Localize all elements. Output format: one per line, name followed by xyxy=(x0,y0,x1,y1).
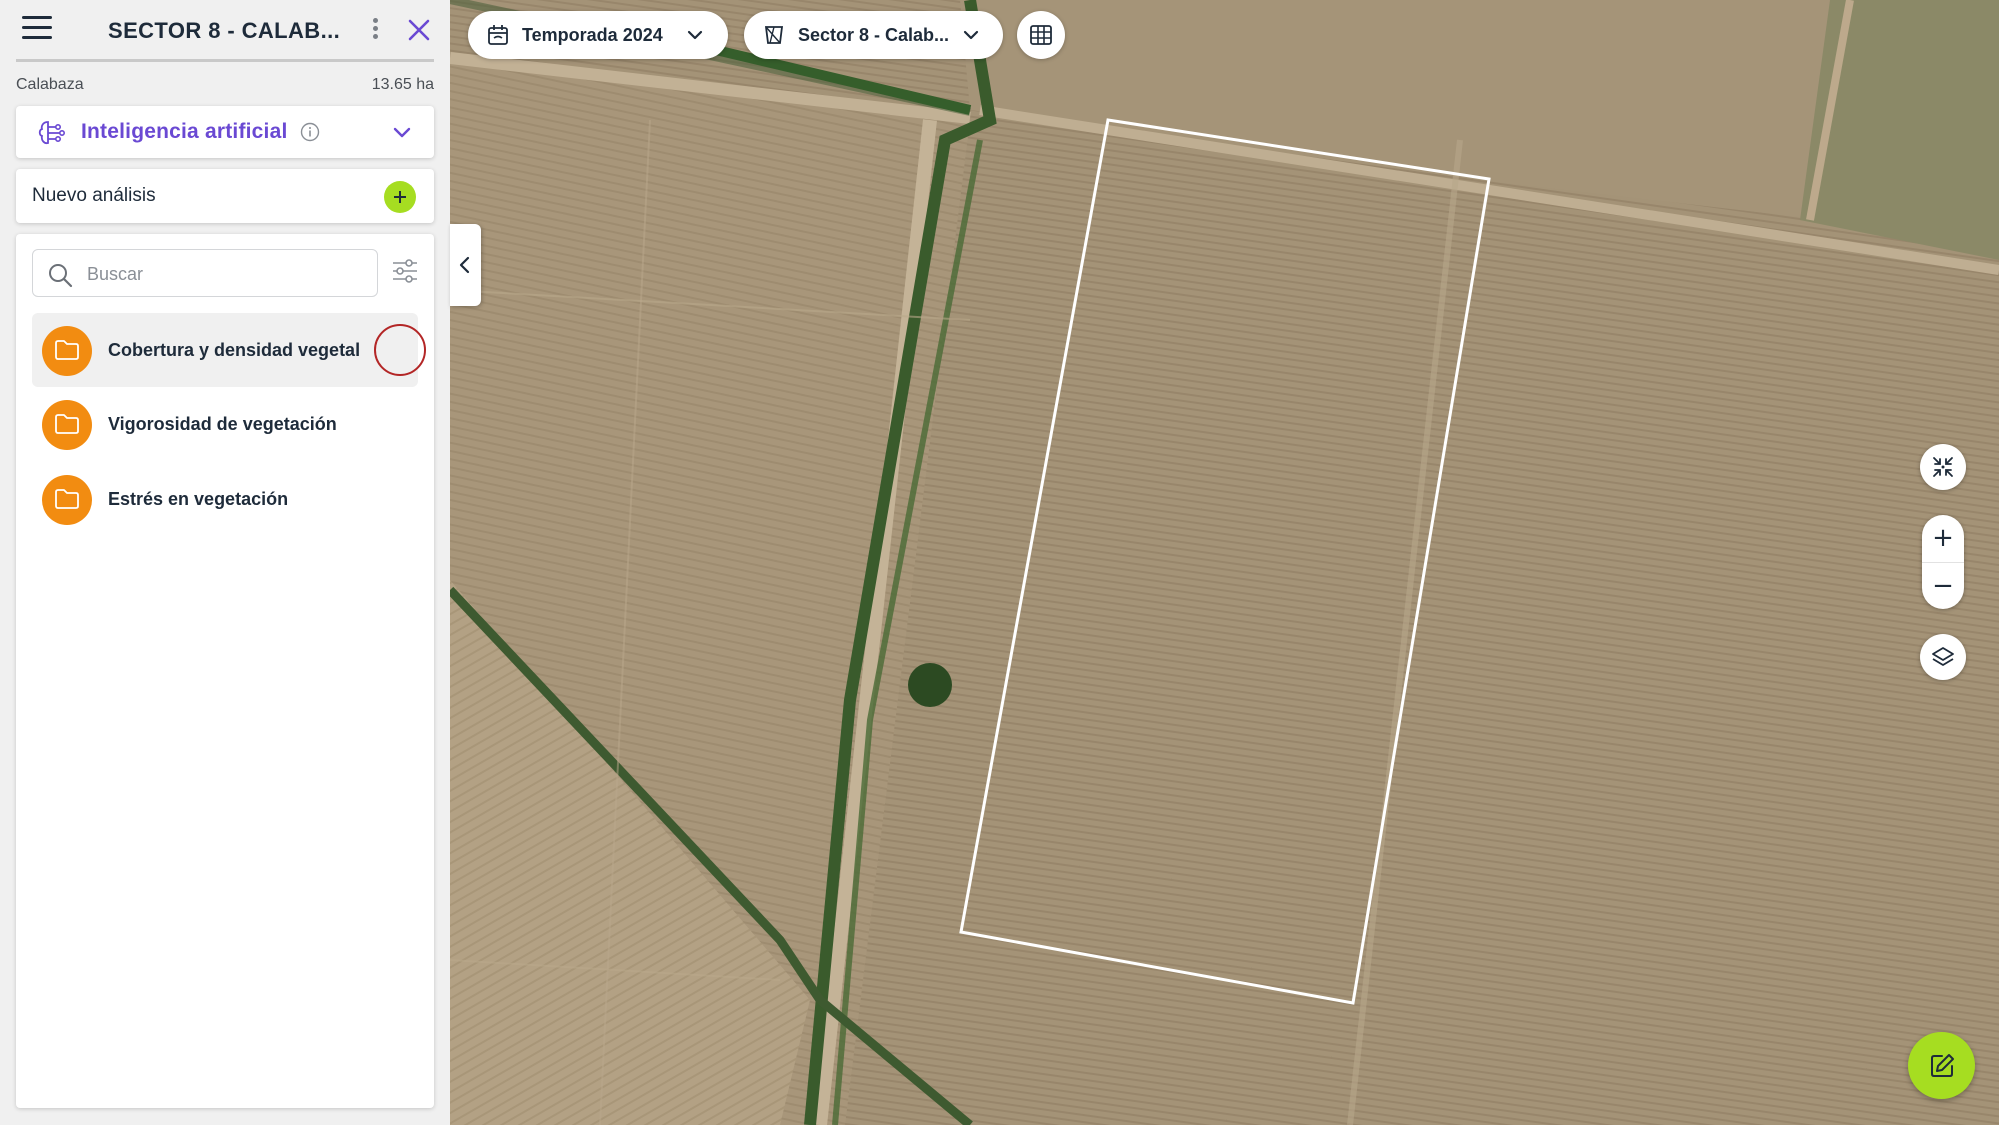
zoom-controls: + − xyxy=(1922,515,1964,609)
chevron-down-icon xyxy=(393,127,411,138)
add-analysis-button[interactable] xyxy=(384,181,416,213)
chevron-down-icon xyxy=(687,30,703,40)
collapse-arrows-icon xyxy=(1933,457,1953,477)
new-analysis-label: Nuevo análisis xyxy=(32,185,156,206)
satellite-map[interactable] xyxy=(450,0,1999,1125)
folder-label: Cobertura y densidad vegetal xyxy=(108,340,361,360)
list-item-folder[interactable]: Cobertura y densidad vegetal xyxy=(32,313,426,387)
sidebar-header: SECTOR 8 - CALAB... xyxy=(16,0,434,62)
list-item-folder[interactable]: Vigorosidad de vegetación xyxy=(32,387,418,461)
ai-section-dropdown[interactable]: Inteligencia artificial xyxy=(16,106,434,158)
folder-icon xyxy=(42,400,92,450)
edit-button[interactable] xyxy=(1908,1032,1975,1099)
fit-bounds-button[interactable] xyxy=(1920,444,1966,490)
satellite-imagery xyxy=(450,0,1999,1125)
season-selector[interactable]: Temporada 2024 xyxy=(468,11,728,59)
folder-label: Estrés en vegetación xyxy=(108,489,289,509)
folder-label: Vigorosidad de vegetación xyxy=(108,414,337,434)
layers-icon xyxy=(1932,647,1954,666)
collapse-sidebar-button[interactable] xyxy=(450,224,481,306)
close-icon[interactable] xyxy=(405,16,433,44)
season-label: Temporada 2024 xyxy=(522,25,663,45)
new-analysis-row: Nuevo análisis xyxy=(16,169,434,223)
crop-name: Calabaza xyxy=(16,76,84,93)
info-icon[interactable] xyxy=(300,122,320,142)
filter-settings-icon[interactable] xyxy=(390,256,420,286)
zoom-out-button[interactable]: − xyxy=(1922,562,1964,609)
folder-icon xyxy=(42,475,92,525)
folder-icon xyxy=(42,326,92,376)
sector-selector[interactable]: Sector 8 - Calab... xyxy=(744,11,1003,59)
edit-icon xyxy=(1931,1054,1954,1077)
search-input[interactable] xyxy=(87,260,367,288)
field-summary: Calabaza 13.65 ha xyxy=(16,76,434,98)
page-title: SECTOR 8 - CALAB... xyxy=(108,18,341,43)
map-layers-button[interactable] xyxy=(1920,634,1966,680)
field-map-icon xyxy=(764,26,784,44)
list-item-folder[interactable]: Estrés en vegetación xyxy=(32,462,418,536)
search-icon xyxy=(49,264,73,288)
chevron-left-icon xyxy=(459,256,470,274)
menu-icon[interactable] xyxy=(22,16,52,42)
zoom-in-button[interactable]: + xyxy=(1922,515,1964,562)
search-field xyxy=(32,249,378,297)
ai-section-label: Inteligencia artificial xyxy=(81,120,288,143)
table-icon xyxy=(1030,25,1052,45)
analysis-list-panel: Cobertura y densidad vegetal Vigorosidad… xyxy=(16,234,434,1108)
table-view-button[interactable] xyxy=(1017,11,1065,59)
field-area: 13.65 ha xyxy=(371,76,434,93)
ai-brain-icon xyxy=(38,121,65,145)
cursor-highlight-ring xyxy=(374,324,426,376)
more-options-icon[interactable] xyxy=(370,18,380,44)
calendar-icon xyxy=(488,25,508,45)
chevron-down-icon xyxy=(963,30,979,40)
sidebar-panel: SECTOR 8 - CALAB... Calabaza 13.65 ha In… xyxy=(0,0,450,1125)
sector-label: Sector 8 - Calab... xyxy=(798,25,950,45)
plus-icon xyxy=(394,191,406,203)
